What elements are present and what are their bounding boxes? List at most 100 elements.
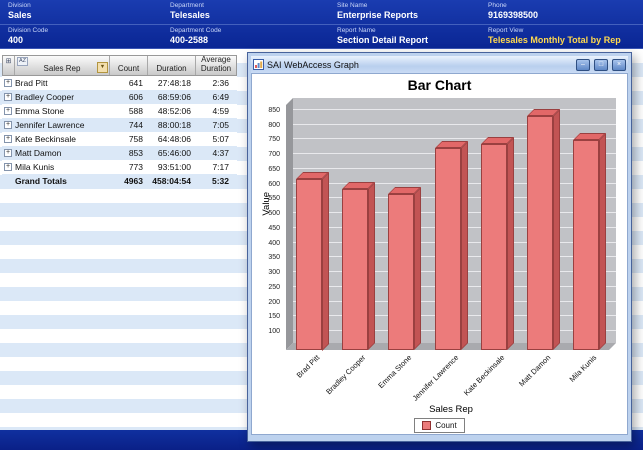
legend-wrap: Count — [252, 418, 627, 433]
chart-bar[interactable] — [527, 116, 553, 350]
field-label: Site Name — [337, 2, 418, 9]
field-label: Report Name — [337, 27, 428, 34]
table-header: ⊞ AZ Sales Rep ▼ Count Duration Average … — [2, 55, 237, 76]
maximize-button[interactable]: □ — [594, 59, 608, 71]
field-value: Telesales — [170, 10, 210, 20]
column-header-average-duration[interactable]: Average Duration — [196, 56, 236, 75]
y-tick-label: 750 — [254, 136, 280, 143]
field-label: Division — [8, 2, 32, 9]
cell-count: 853 — [109, 148, 147, 158]
cell-average-duration: 4:37 — [195, 148, 235, 158]
column-header-sales-rep[interactable]: AZ Sales Rep ▼ — [15, 56, 110, 75]
window-titlebar[interactable]: SAI WebAccess Graph – □ × — [251, 56, 628, 73]
cell-count: 758 — [109, 134, 147, 144]
cell-average-duration: 5:07 — [195, 134, 235, 144]
field-site-name: Site Name Enterprise Reports — [337, 2, 418, 20]
field-division: Division Sales — [8, 2, 32, 20]
chart-bar[interactable] — [573, 140, 599, 350]
expand-button[interactable]: + — [2, 135, 14, 143]
expand-button[interactable]: + — [2, 121, 14, 129]
field-value: Section Detail Report — [337, 35, 428, 45]
cell-sales-rep: Kate Beckinsale — [14, 134, 109, 144]
column-dropdown-button[interactable]: ▼ — [97, 62, 108, 73]
header-row-2: Division Code 400 Department Code 400-25… — [0, 24, 643, 49]
field-report-name: Report Name Section Detail Report — [337, 27, 428, 45]
x-labels: Brad PittBradley CooperEmma StoneJennife… — [286, 350, 609, 408]
column-label-duration: Duration — [156, 65, 186, 73]
cell-duration: 64:48:06 — [147, 134, 195, 144]
expand-button[interactable]: + — [2, 149, 14, 157]
cell-duration: 93:51:00 — [147, 162, 195, 172]
plus-icon: + — [4, 93, 12, 101]
cell-duration: 458:04:54 — [147, 176, 195, 186]
y-tick-label: 650 — [254, 166, 280, 173]
window-body: Bar Chart Value 100150200250300350400450… — [251, 73, 628, 435]
chart-bar[interactable] — [342, 189, 368, 350]
field-value: Enterprise Reports — [337, 10, 418, 20]
table-corner-cell[interactable]: ⊞ — [3, 56, 15, 75]
field-report-view: Report View Telesales Monthly Total by R… — [488, 27, 621, 45]
column-label-average-duration: Average Duration — [196, 56, 236, 73]
column-header-duration[interactable]: Duration — [148, 56, 196, 75]
table-row: +Mila Kunis77393:51:007:17 — [2, 160, 237, 174]
chevron-down-icon: ▼ — [100, 65, 105, 71]
header-toolbar: AZ — [17, 57, 28, 66]
y-tick-label: 250 — [254, 284, 280, 291]
field-value: 9169398500 — [488, 10, 538, 20]
cell-sales-rep: Mila Kunis — [14, 162, 109, 172]
chart-bar[interactable] — [481, 144, 507, 350]
cell-average-duration: 7:05 — [195, 120, 235, 130]
chart-bar[interactable] — [296, 179, 322, 351]
y-tick-label: 300 — [254, 269, 280, 276]
chart-bar[interactable] — [435, 148, 461, 350]
plus-icon: + — [4, 107, 12, 115]
header-row-1: Division Sales Department Telesales Site… — [0, 0, 643, 24]
field-department-code: Department Code 400-2588 — [170, 27, 221, 45]
expand-button[interactable]: + — [2, 163, 14, 171]
expand-button[interactable]: + — [2, 79, 14, 87]
y-tick-label: 500 — [254, 210, 280, 217]
chart-plot: 1001502002503003504004505005506006507007… — [286, 98, 616, 350]
expand-button[interactable]: + — [2, 93, 14, 101]
y-tick-label: 200 — [254, 299, 280, 306]
cell-count: 588 — [109, 106, 147, 116]
field-label: Division Code — [8, 27, 48, 34]
cell-count: 641 — [109, 78, 147, 88]
minimize-button[interactable]: – — [576, 59, 590, 71]
sort-az-icon[interactable]: AZ — [17, 57, 28, 66]
y-tick-label: 400 — [254, 240, 280, 247]
plus-icon: + — [4, 135, 12, 143]
table-body: +Brad Pitt64127:48:182:36+Bradley Cooper… — [2, 76, 237, 188]
table-row: +Kate Beckinsale75864:48:065:07 — [2, 132, 237, 146]
table-row: +Emma Stone58848:52:064:59 — [2, 104, 237, 118]
field-division-code: Division Code 400 — [8, 27, 48, 45]
report-header: Division Sales Department Telesales Site… — [0, 0, 643, 49]
y-tick-label: 700 — [254, 151, 280, 158]
field-label: Department Code — [170, 27, 221, 34]
field-value: 400-2588 — [170, 35, 221, 45]
cell-sales-rep: Matt Damon — [14, 148, 109, 158]
expand-button[interactable]: + — [2, 107, 14, 115]
legend-label: Count — [435, 421, 456, 430]
y-tick-label: 850 — [254, 107, 280, 114]
table-row: +Brad Pitt64127:48:182:36 — [2, 76, 237, 90]
table-row: +Bradley Cooper60668:59:066:49 — [2, 90, 237, 104]
y-tick-label: 600 — [254, 181, 280, 188]
field-value: Telesales Monthly Total by Rep — [488, 35, 621, 45]
column-header-count[interactable]: Count — [110, 56, 148, 75]
cell-sales-rep: Grand Totals — [14, 176, 109, 186]
legend-swatch — [422, 421, 431, 430]
x-axis-title: Sales Rep — [286, 404, 616, 415]
field-department: Department Telesales — [170, 2, 210, 20]
y-tick-label: 800 — [254, 122, 280, 129]
cell-count: 744 — [109, 120, 147, 130]
y-tick-label: 550 — [254, 195, 280, 202]
column-label-count: Count — [118, 65, 139, 73]
field-label: Report View — [488, 27, 621, 34]
window-title: SAI WebAccess Graph — [267, 60, 572, 70]
close-button[interactable]: × — [612, 59, 626, 71]
chart-title: Bar Chart — [252, 77, 627, 93]
cell-count: 606 — [109, 92, 147, 102]
y-tick-label: 350 — [254, 254, 280, 261]
chart-bar[interactable] — [388, 194, 414, 350]
